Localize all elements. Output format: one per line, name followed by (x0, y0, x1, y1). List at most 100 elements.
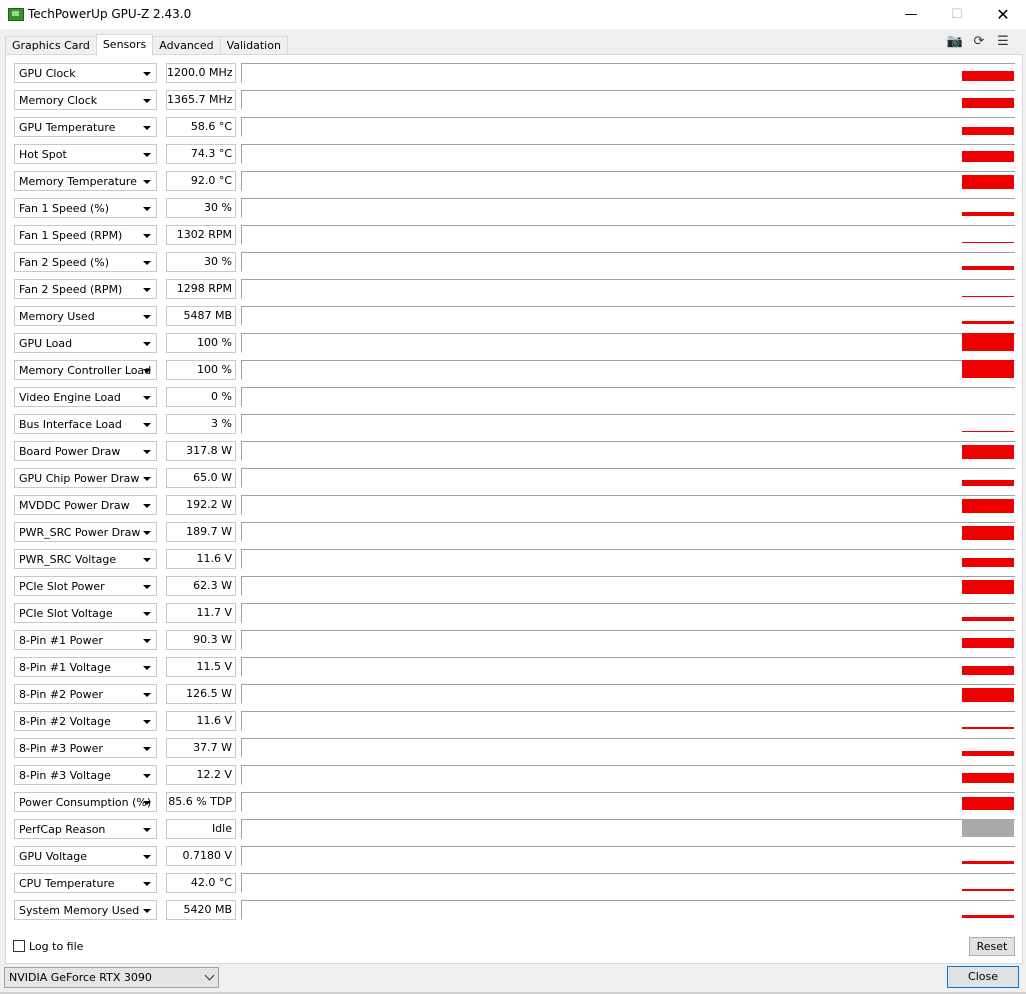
sensor-row: PerfCap Reason Idle (12, 816, 1016, 839)
dropdown-arrow-icon (143, 747, 151, 751)
sensor-name: MVDDC Power Draw (19, 499, 130, 512)
sensor-select[interactable]: Fan 1 Speed (%) (14, 198, 157, 218)
sensor-graph (241, 657, 1015, 677)
sensor-graph-bar (962, 321, 1014, 324)
sensor-select[interactable]: Fan 2 Speed (RPM) (14, 279, 157, 299)
maximize-icon[interactable]: ☐ (934, 0, 980, 29)
minimize-icon[interactable]: — (888, 0, 934, 29)
sensor-graph-bar (962, 480, 1014, 486)
sensor-row: Memory Clock 1365.7 MHz (12, 87, 1016, 110)
sensor-graph (241, 387, 1015, 407)
sensor-value: 85.6 % TDP (166, 792, 236, 812)
sensor-select[interactable]: 8-Pin #2 Power (14, 684, 157, 704)
dropdown-arrow-icon (143, 180, 151, 184)
sensor-select[interactable]: 8-Pin #3 Power (14, 738, 157, 758)
sensor-select[interactable]: Power Consumption (%) (14, 792, 157, 812)
tab-graphics-card[interactable]: Graphics Card (5, 36, 97, 55)
refresh-icon[interactable]: ⟳ (970, 33, 988, 49)
sensor-select[interactable]: GPU Chip Power Draw (14, 468, 157, 488)
dropdown-arrow-icon (143, 396, 151, 400)
sensor-select[interactable]: System Memory Used (14, 900, 157, 920)
sensor-row: GPU Temperature 58.6 °C (12, 114, 1016, 137)
sensor-value: 74.3 °C (166, 144, 236, 164)
sensor-row: GPU Voltage 0.7180 V (12, 843, 1016, 866)
sensor-select[interactable]: 8-Pin #3 Voltage (14, 765, 157, 785)
tab-bar: Graphics Card Sensors Advanced Validatio… (5, 34, 288, 56)
sensor-select[interactable]: 8-Pin #2 Voltage (14, 711, 157, 731)
sensor-select[interactable]: PCIe Slot Power (14, 576, 157, 596)
dropdown-arrow-icon (143, 261, 151, 265)
sensor-select[interactable]: PWR_SRC Voltage (14, 549, 157, 569)
tab-sensors[interactable]: Sensors (95, 34, 154, 56)
dropdown-arrow-icon (143, 423, 151, 427)
sensor-select[interactable]: 8-Pin #1 Voltage (14, 657, 157, 677)
sensor-select[interactable]: Hot Spot (14, 144, 157, 164)
sensor-name: Fan 1 Speed (RPM) (19, 229, 123, 242)
sensor-graph (241, 144, 1015, 164)
sensor-graph (241, 117, 1015, 137)
sensor-select[interactable]: Memory Clock (14, 90, 157, 110)
sensor-select[interactable]: GPU Load (14, 333, 157, 353)
sensor-value: 5487 MB (166, 306, 236, 326)
menu-icon[interactable]: ☰ (994, 33, 1012, 49)
sensor-graph-bar (962, 819, 1014, 837)
sensor-row: 8-Pin #1 Voltage 11.5 V (12, 654, 1016, 677)
sensor-row: Fan 1 Speed (%) 30 % (12, 195, 1016, 218)
dropdown-arrow-icon (143, 315, 151, 319)
sensor-select[interactable]: Fan 2 Speed (%) (14, 252, 157, 272)
sensor-value: 317.8 W (166, 441, 236, 461)
sensor-select[interactable]: Memory Temperature (14, 171, 157, 191)
camera-icon[interactable]: 📷 (946, 33, 964, 49)
sensor-value: 92.0 °C (166, 171, 236, 191)
sensor-select[interactable]: PWR_SRC Power Draw (14, 522, 157, 542)
sensor-select[interactable]: GPU Clock (14, 63, 157, 83)
dropdown-arrow-icon (143, 882, 151, 886)
sensor-graph (241, 441, 1015, 461)
sensor-graph (241, 333, 1015, 353)
gpu-select-dropdown[interactable]: NVIDIA GeForce RTX 3090 (4, 967, 219, 988)
sensor-graph-bar (962, 71, 1014, 81)
close-icon[interactable]: ✕ (980, 0, 1026, 29)
sensor-name: GPU Voltage (19, 850, 87, 863)
sensor-select[interactable]: GPU Voltage (14, 846, 157, 866)
sensor-value: 65.0 W (166, 468, 236, 488)
sensor-value: Idle (166, 819, 236, 839)
sensor-select[interactable]: Fan 1 Speed (RPM) (14, 225, 157, 245)
sensor-select[interactable]: 8-Pin #1 Power (14, 630, 157, 650)
sensor-select[interactable]: GPU Temperature (14, 117, 157, 137)
sensor-select[interactable]: PerfCap Reason (14, 819, 157, 839)
sensor-name: PWR_SRC Power Draw (19, 526, 141, 539)
tab-validation[interactable]: Validation (219, 36, 288, 55)
sensor-select[interactable]: Memory Controller Load (14, 360, 157, 380)
sensor-graph (241, 63, 1015, 83)
sensor-graph (241, 738, 1015, 758)
sensor-name: Video Engine Load (19, 391, 121, 404)
sensor-graph (241, 414, 1015, 434)
tab-advanced[interactable]: Advanced (152, 36, 221, 55)
sensor-name: PWR_SRC Voltage (19, 553, 117, 566)
close-button[interactable]: Close (947, 966, 1019, 988)
sensor-graph-bar (962, 266, 1014, 270)
sensor-row: CPU Temperature 42.0 °C (12, 870, 1016, 893)
sensor-select[interactable]: Board Power Draw (14, 441, 157, 461)
sensor-graph-bar (962, 558, 1014, 567)
sensor-name: 8-Pin #3 Power (19, 742, 103, 755)
sensor-value: 0.7180 V (166, 846, 236, 866)
sensor-graph (241, 90, 1015, 110)
dropdown-arrow-icon (143, 72, 151, 76)
sensor-select[interactable]: CPU Temperature (14, 873, 157, 893)
log-to-file-checkbox[interactable] (13, 940, 25, 952)
dropdown-arrow-icon (143, 504, 151, 508)
sensor-graph (241, 549, 1015, 569)
toolbar: 📷 ⟳ ☰ (946, 33, 1012, 49)
sensor-select[interactable]: Video Engine Load (14, 387, 157, 407)
sensor-select[interactable]: PCIe Slot Voltage (14, 603, 157, 623)
sensor-value: 11.6 V (166, 711, 236, 731)
sensor-name: Board Power Draw (19, 445, 121, 458)
sensor-select[interactable]: Bus Interface Load (14, 414, 157, 434)
sensor-graph (241, 819, 1015, 839)
reset-button[interactable]: Reset (969, 937, 1015, 956)
sensor-graph (241, 711, 1015, 731)
sensor-select[interactable]: Memory Used (14, 306, 157, 326)
sensor-select[interactable]: MVDDC Power Draw (14, 495, 157, 515)
